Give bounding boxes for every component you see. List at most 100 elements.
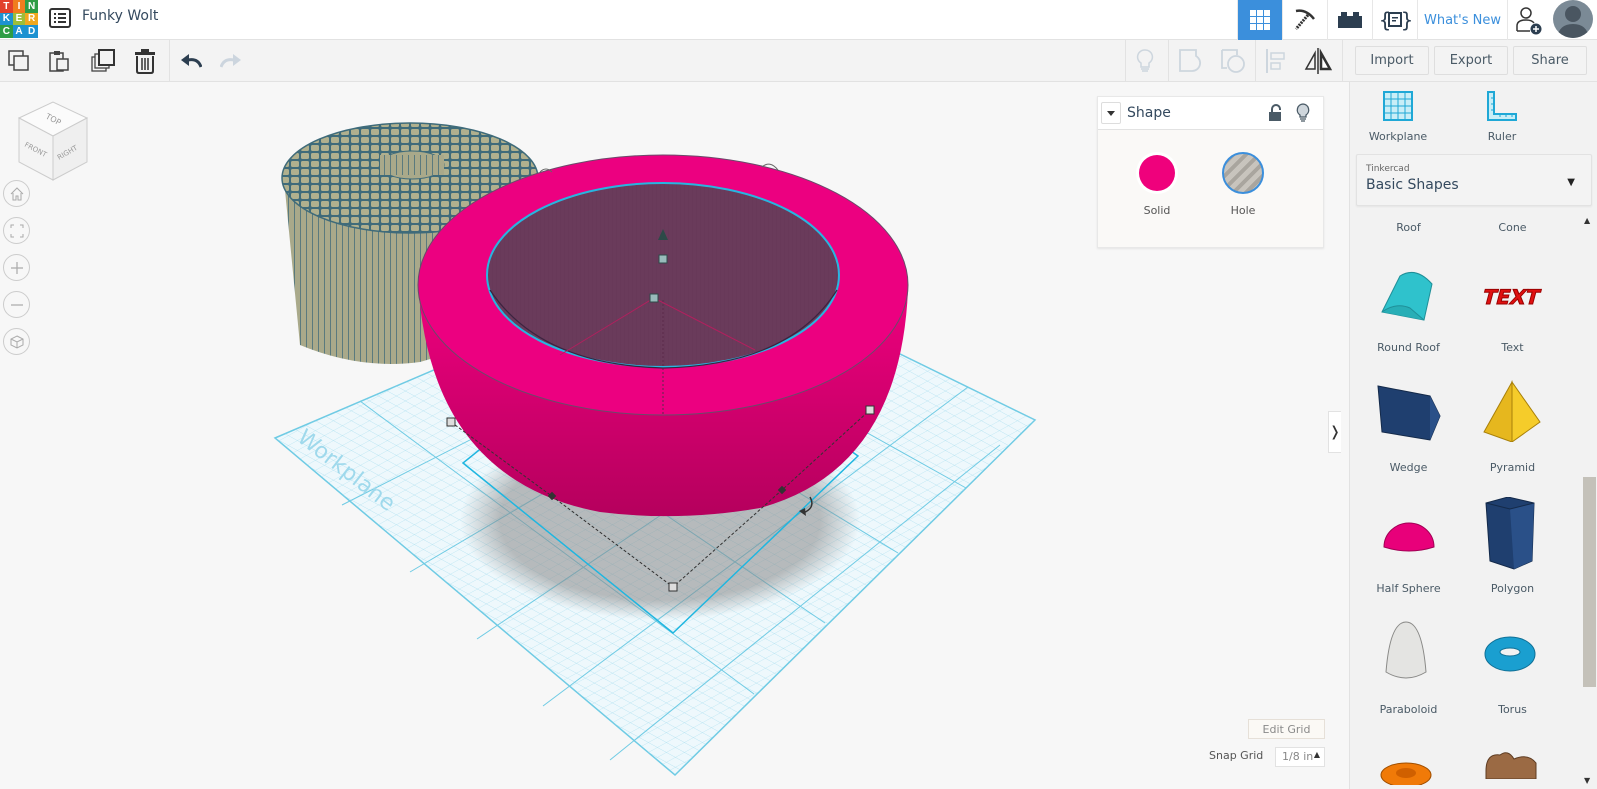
copy-icon: [8, 50, 29, 71]
group-icon: [1179, 49, 1202, 72]
perspective-button[interactable]: [3, 328, 30, 355]
unlock-icon[interactable]: [1268, 104, 1282, 122]
redo-button[interactable]: [216, 46, 246, 76]
edit-grid-button[interactable]: Edit Grid: [1248, 719, 1325, 739]
wedge-icon: [1377, 385, 1441, 441]
caret-down-icon: ▼: [1567, 177, 1575, 188]
fit-view-icon: [10, 224, 23, 237]
logo-tile: N: [25, 0, 38, 13]
blocks-button[interactable]: [1282, 0, 1327, 40]
lightbulb-icon: [1136, 49, 1154, 72]
solid-color-button[interactable]: [1136, 152, 1178, 194]
scroll-down-arrow[interactable]: ▼: [1584, 776, 1590, 785]
scrollbar-thumb[interactable]: [1583, 477, 1596, 687]
import-button[interactable]: Import: [1355, 46, 1429, 75]
codeblocks-icon: {}: [1379, 8, 1411, 32]
project-title[interactable]: Funky Wolt: [82, 8, 158, 24]
logo-tile: K: [0, 12, 13, 26]
copy-button[interactable]: [4, 46, 34, 76]
brick-icon: [1338, 12, 1362, 28]
whats-new-link[interactable]: What's New: [1417, 0, 1507, 40]
svg-text:}: }: [1401, 8, 1411, 32]
mirror-button[interactable]: [1303, 46, 1333, 76]
ruler-tool-label: Ruler: [1487, 130, 1517, 143]
logo-tile: R: [25, 12, 38, 26]
tube-icon: [1380, 762, 1432, 785]
ungroup-button[interactable]: [1218, 46, 1248, 76]
logo-tile: I: [12, 0, 26, 13]
mirror-icon: [1304, 48, 1332, 74]
paste-button[interactable]: [44, 46, 74, 76]
ruler-icon: [1487, 91, 1517, 121]
inspector-title: Shape: [1127, 105, 1171, 121]
plus-icon: [10, 261, 23, 274]
caret-down-icon: [1107, 110, 1115, 116]
fit-view-button[interactable]: [3, 217, 30, 244]
polygon-icon: [1485, 497, 1535, 570]
grid-icon: [1250, 10, 1270, 30]
shape-grid: Roof Cone Round Roof TEXT Text Wedge Pyr…: [1350, 214, 1582, 789]
ruler-tool[interactable]: Ruler: [1462, 90, 1542, 143]
logo-tile: A: [12, 25, 26, 38]
share-button[interactable]: Share: [1513, 46, 1587, 75]
pickaxe-icon: [1294, 9, 1315, 30]
design-list-icon[interactable]: [49, 8, 71, 28]
undo-icon: [181, 54, 202, 68]
perspective-cube-icon: [10, 334, 23, 349]
lightbulb-icon[interactable]: [1296, 103, 1310, 123]
edit-toolbar: Import Export Share: [0, 40, 1597, 82]
minus-icon: [10, 303, 23, 306]
snap-grid-value: 1/8 in: [1282, 750, 1314, 763]
align-icon: [1266, 49, 1285, 73]
round-roof-icon: [1381, 271, 1433, 321]
shape-inspector: Shape Solid Hole: [1097, 96, 1324, 248]
logo-tile: E: [12, 12, 26, 26]
logo-tile: C: [0, 25, 13, 38]
heart-icon: [1485, 752, 1537, 779]
panel-collapse-toggle[interactable]: ❭: [1328, 411, 1341, 453]
center-handle[interactable]: [649, 293, 659, 303]
zoom-in-button[interactable]: [3, 254, 30, 281]
align-button[interactable]: [1261, 46, 1291, 76]
hole-label: Hole: [1230, 204, 1256, 217]
pyramid-icon: [1483, 380, 1541, 442]
home-icon: [10, 186, 23, 200]
solid-color-swatch: [1139, 155, 1175, 191]
resize-handle[interactable]: [668, 582, 678, 592]
resize-handle[interactable]: [446, 417, 456, 427]
tinkercad-logo[interactable]: TINKERCAD: [0, 0, 38, 38]
bricks-button[interactable]: [1327, 0, 1372, 40]
library-vendor: Tinkercad: [1366, 164, 1410, 174]
workplane-tool[interactable]: Workplane: [1358, 90, 1438, 143]
resize-handle[interactable]: [865, 405, 875, 415]
library-name: Basic Shapes: [1366, 177, 1459, 193]
codeblocks-button[interactable]: {}: [1372, 0, 1417, 40]
user-avatar[interactable]: [1553, 0, 1593, 38]
solid-label: Solid: [1143, 204, 1171, 217]
delete-button[interactable]: [130, 46, 160, 76]
undo-button[interactable]: [176, 46, 206, 76]
height-handle[interactable]: [658, 254, 668, 264]
half-sphere-icon: [1383, 522, 1435, 552]
notes-button[interactable]: [1130, 46, 1160, 76]
duplicate-button[interactable]: [88, 46, 118, 76]
ungroup-icon: [1221, 49, 1245, 73]
trash-icon: [135, 49, 155, 74]
paraboloid-icon: [1385, 621, 1427, 679]
paste-icon: [49, 51, 69, 72]
view-cube[interactable]: TOP FRONT RIGHT: [15, 100, 91, 182]
hole-button[interactable]: [1222, 152, 1264, 194]
home-view-button[interactable]: [3, 180, 30, 207]
group-button[interactable]: [1176, 46, 1206, 76]
3d-design-button[interactable]: [1237, 0, 1282, 40]
snap-grid-label: Snap Grid: [1209, 749, 1264, 762]
export-button[interactable]: Export: [1434, 46, 1508, 75]
shapes-panel: Workplane Ruler Tinkercad Basic Shapes ▼…: [1349, 82, 1597, 789]
scroll-up-arrow[interactable]: ▲: [1584, 216, 1590, 225]
zoom-out-button[interactable]: [3, 291, 30, 318]
text-3d-icon: TEXT: [1480, 285, 1543, 310]
snap-grid-select[interactable]: 1/8 in ▲: [1275, 747, 1325, 767]
invite-user-button[interactable]: [1507, 0, 1549, 40]
inspector-collapse-button[interactable]: [1101, 102, 1121, 124]
shape-library-select[interactable]: Tinkercad Basic Shapes ▼: [1356, 154, 1592, 206]
